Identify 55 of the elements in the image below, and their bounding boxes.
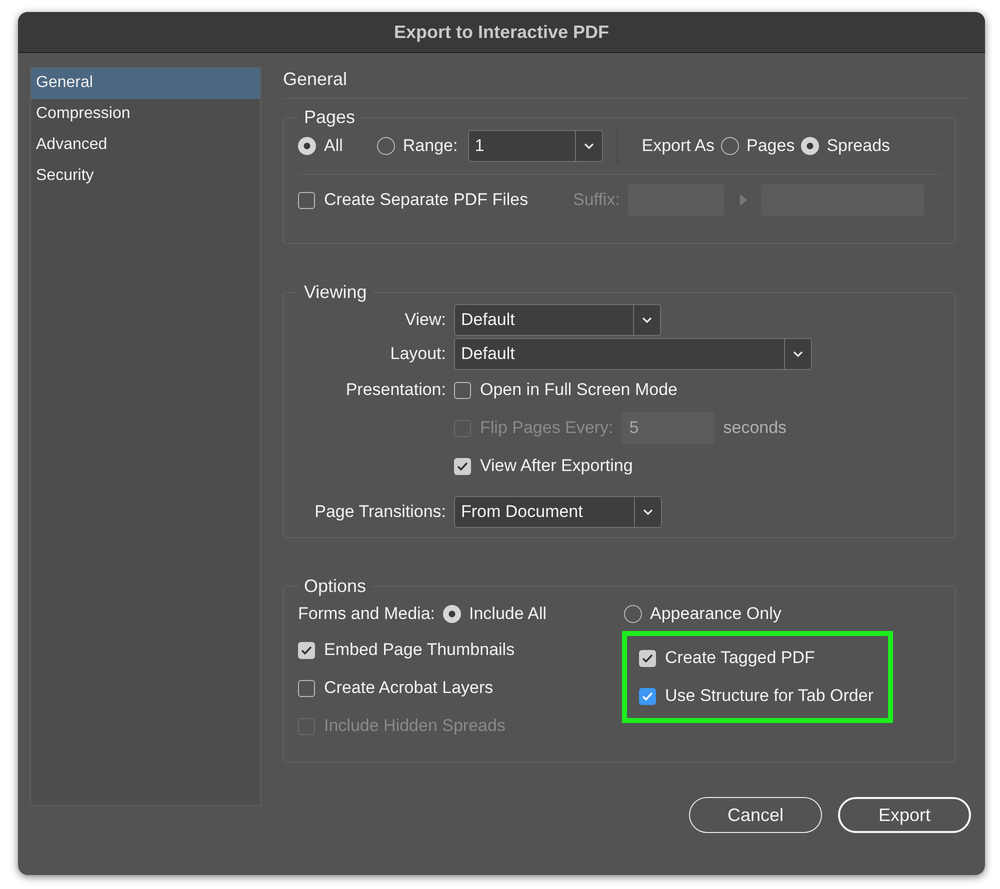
radio-button[interactable]: [443, 605, 461, 623]
checkbox[interactable]: [298, 680, 315, 696]
checkbox-label: Create Acrobat Layers: [324, 678, 494, 698]
field-label: Page Transitions:: [314, 502, 446, 522]
window-title: Export to Interactive PDF: [394, 22, 610, 42]
panel-title: General: [283, 67, 971, 99]
radio-label: Range:: [402, 136, 458, 156]
checkbox[interactable]: [298, 192, 315, 208]
radio-label: Appearance Only: [650, 604, 782, 624]
checkmark-icon: [457, 462, 468, 470]
radio-button[interactable]: [298, 137, 316, 155]
radio-label: Include All: [469, 604, 546, 624]
radio-label: Pages: [746, 136, 795, 156]
dropdown[interactable]: Default: [454, 304, 661, 336]
chevron-down-icon: [642, 508, 654, 516]
radio-label: Spreads: [826, 136, 890, 156]
checkbox-label: Create Tagged PDF: [665, 648, 815, 668]
dropdown[interactable]: Default: [454, 338, 812, 370]
group-title: Options: [303, 576, 368, 597]
dialog-button[interactable]: Export: [838, 797, 971, 833]
radio-button[interactable]: [624, 605, 642, 623]
checkbox-label: Embed Page Thumbnails: [324, 640, 515, 660]
sidebar-item[interactable]: Compression: [31, 99, 260, 130]
dropdown[interactable]: 1: [468, 130, 603, 162]
checkbox-label: Open in Full Screen Mode: [480, 380, 678, 400]
sidebar-item[interactable]: General: [31, 68, 260, 99]
checkbox-label: Use Structure for Tab Order: [665, 686, 874, 706]
checkbox[interactable]: [454, 458, 471, 474]
export-as-label: Export As: [642, 136, 714, 156]
sidebar-item[interactable]: Advanced: [31, 130, 260, 161]
group-title: Pages: [303, 107, 356, 128]
unit-label: seconds: [723, 418, 787, 438]
radio-label: All: [324, 136, 343, 156]
checkmark-icon: [301, 646, 312, 654]
checkbox[interactable]: [639, 688, 656, 704]
checkbox-label: Create Separate PDF Files: [324, 190, 528, 210]
chevron-down-icon: [641, 316, 653, 324]
triangle-right-icon: [740, 194, 747, 206]
checkbox-label: View After Exporting: [480, 456, 633, 476]
radio-button[interactable]: [800, 137, 819, 155]
field-label: Presentation:: [344, 380, 446, 400]
chevron-down-icon: [792, 350, 804, 358]
group-title: Viewing: [303, 282, 368, 303]
field-label: Layout:: [389, 344, 446, 364]
checkbox[interactable]: [298, 642, 315, 658]
sidebar-item[interactable]: Security: [31, 161, 260, 192]
radio-button[interactable]: [376, 137, 395, 155]
chevron-down-icon: [582, 142, 595, 150]
checkbox[interactable]: [639, 650, 656, 666]
dialog-button[interactable]: Cancel: [689, 797, 822, 833]
checkbox[interactable]: [454, 382, 471, 398]
dropdown[interactable]: From Document: [454, 496, 662, 528]
radio-button[interactable]: [720, 137, 738, 155]
field-label: Forms and Media:: [298, 604, 435, 624]
field-label: View:: [404, 310, 446, 330]
